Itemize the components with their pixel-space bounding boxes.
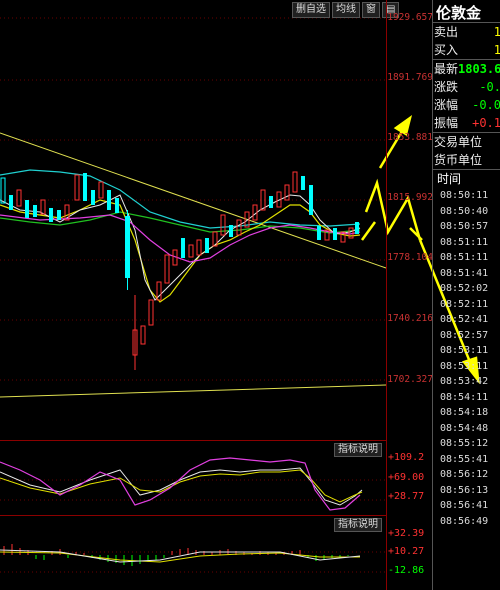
indicator1-tick: +109.2 bbox=[388, 452, 425, 463]
tick-time: 08:55:41 bbox=[440, 453, 489, 465]
quote-value: -0. bbox=[479, 80, 500, 94]
quote-label: 最新 bbox=[434, 62, 459, 76]
tick-time: 08:56:49 bbox=[440, 515, 489, 527]
time-header: 时间 bbox=[433, 169, 500, 188]
tick-time: 08:50:57 bbox=[440, 221, 489, 232]
trade-unit-row: 交易单位 bbox=[433, 133, 500, 151]
trend-line-lower bbox=[0, 384, 387, 398]
pane-separator-2 bbox=[0, 515, 386, 516]
indicator-help-button-2[interactable]: 指标说明 bbox=[334, 518, 382, 532]
quote-label: 涨幅 bbox=[434, 98, 459, 112]
price-tick: 1929.657 bbox=[387, 12, 433, 23]
tick-time: 08:56:41 bbox=[440, 500, 489, 511]
quote-value: 1 bbox=[494, 41, 500, 59]
quote-row-change: 涨跌 -0. bbox=[433, 78, 500, 96]
price-tick: 1702.327 bbox=[387, 374, 433, 385]
quote-panel: 伦敦金 卖出 1 买入 1 最新1803.6 涨跌 -0. 涨幅 -0.0 振幅 +0.1… bbox=[432, 0, 500, 590]
tick-time: 08:53:11 bbox=[440, 345, 489, 356]
tick-time: 08:51:11 bbox=[440, 252, 489, 263]
tick-time: 08:54:48 bbox=[440, 422, 489, 434]
quote-row-buy: 买入 1 bbox=[433, 41, 500, 59]
quote-value: +0.1 bbox=[472, 116, 500, 130]
candlesticks bbox=[0, 171, 359, 370]
chart-toolbar: 删自选 均线 窗 ▤ bbox=[292, 2, 400, 18]
indicator1-tick: +28.77 bbox=[388, 491, 425, 502]
pane-separator-1 bbox=[0, 440, 386, 441]
indicator2-tick: -12.86 bbox=[388, 565, 425, 576]
tick-time: 08:53:11 bbox=[440, 360, 489, 372]
indicator-help-button-1[interactable]: 指标说明 bbox=[334, 443, 382, 457]
currency-unit-row: 货币单位 bbox=[433, 151, 500, 169]
indicator2-tick: +32.39 bbox=[388, 528, 425, 539]
quote-row-sell: 卖出 1 bbox=[433, 23, 500, 41]
tick-time: 08:54:11 bbox=[440, 391, 489, 403]
quote-value: 1803.6 bbox=[458, 62, 500, 76]
tick-time: 08:56:12 bbox=[440, 469, 489, 480]
currency-unit-label: 货币单位 bbox=[434, 153, 483, 167]
tick-time: 08:51:11 bbox=[440, 236, 489, 248]
price-tick: 1891.769 bbox=[387, 72, 433, 83]
price-tick: 1778.104 bbox=[387, 252, 433, 263]
quote-label: 卖出 bbox=[434, 25, 459, 39]
ind1-yellow bbox=[0, 469, 363, 503]
moving-average-button[interactable]: 均线 bbox=[332, 2, 360, 18]
window-button[interactable]: 窗 bbox=[362, 2, 380, 18]
price-tick: 1853.881 bbox=[387, 132, 433, 143]
tick-time: 08:54:18 bbox=[440, 407, 489, 418]
remove-watchlist-button[interactable]: 删自选 bbox=[292, 2, 330, 18]
quote-label: 买入 bbox=[434, 43, 459, 57]
tick-time: 08:52:41 bbox=[440, 314, 489, 325]
tick-time-list: 08:50:11 08:50:40 08:50:57 08:51:11 08:51:11… bbox=[433, 188, 500, 529]
quote-label: 涨跌 bbox=[434, 80, 459, 94]
ma-white bbox=[0, 194, 361, 301]
tick-time: 08:52:11 bbox=[440, 298, 489, 310]
indicator2-tick: +10.27 bbox=[388, 546, 425, 557]
tick-time: 08:50:40 bbox=[440, 205, 489, 217]
quote-label: 振幅 bbox=[434, 116, 459, 130]
tick-time: 08:51:41 bbox=[440, 267, 489, 279]
tick-time: 08:55:12 bbox=[440, 438, 489, 449]
quote-value: 1 bbox=[494, 23, 500, 41]
quote-value: -0.0 bbox=[472, 98, 500, 112]
trade-unit-label: 交易单位 bbox=[434, 135, 483, 149]
ma-yellow bbox=[0, 199, 361, 303]
tick-time: 08:56:13 bbox=[440, 484, 489, 496]
tick-time: 08:52:02 bbox=[440, 283, 489, 294]
tick-time: 08:53:42 bbox=[440, 376, 489, 387]
quote-row-last: 最新 1803.6 bbox=[433, 60, 500, 78]
ind1-magenta bbox=[0, 457, 361, 511]
ind1-white bbox=[0, 467, 363, 506]
instrument-title: 伦敦金 bbox=[433, 0, 500, 23]
tick-time: 08:52:57 bbox=[440, 329, 489, 341]
price-tick: 1740.216 bbox=[387, 313, 433, 324]
price-tick: 1815.992 bbox=[387, 192, 433, 203]
indicator1-tick: +69.00 bbox=[388, 472, 425, 483]
quote-row-change-pct: 涨幅 -0.0 bbox=[433, 96, 500, 114]
quote-row-amplitude: 振幅 +0.1 bbox=[433, 114, 500, 132]
tick-time: 08:50:11 bbox=[440, 190, 489, 201]
